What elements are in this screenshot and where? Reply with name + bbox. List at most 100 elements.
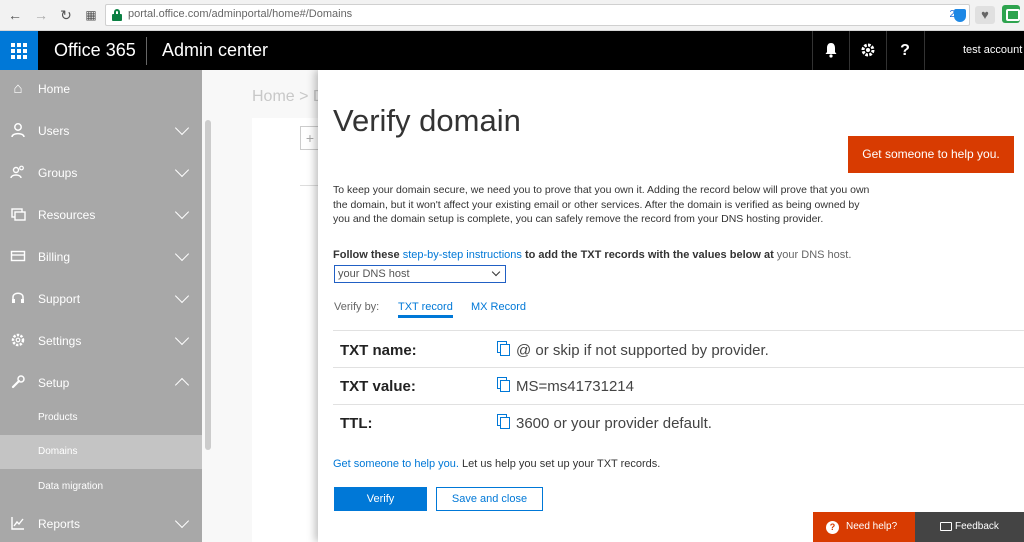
- intro-text: To keep your domain secure, we need you …: [333, 184, 870, 225]
- chevron-down-icon[interactable]: [174, 162, 190, 178]
- sidebar-item-label: Setup: [38, 376, 70, 390]
- record-value: MS=ms41731214: [516, 378, 634, 395]
- shield-extension-icon[interactable]: [954, 9, 966, 22]
- verify-domain-panel: Verify domain Get someone to help you. T…: [318, 70, 1024, 542]
- gear-icon: [9, 332, 27, 350]
- sidebar-subitem-products[interactable]: Products: [0, 401, 202, 435]
- header-divider: [146, 37, 147, 65]
- left-nav: ⌂ Home Users Groups Resources Billing Su…: [0, 70, 202, 542]
- sidebar-subitem-domains[interactable]: Domains: [0, 435, 202, 469]
- sidebar-item-label: Users: [38, 124, 70, 138]
- sidebar-item-label: Resources: [38, 208, 96, 222]
- browser-toolbar: ← → ↻ ▦ portal.office.com/adminportal/ho…: [0, 0, 1024, 31]
- chevron-down-icon[interactable]: [174, 120, 190, 136]
- apps-grid-icon[interactable]: ▦: [82, 6, 100, 24]
- record-value: @ or skip if not supported by provider.: [516, 342, 769, 359]
- help-question-icon[interactable]: ?: [886, 31, 923, 70]
- step-by-step-link[interactable]: step-by-step instructions: [403, 249, 522, 261]
- gear-icon[interactable]: [849, 31, 886, 70]
- sidebar-item-settings[interactable]: Settings: [0, 322, 202, 364]
- suite-header: Office 365 Admin center ? test account: [0, 31, 1024, 70]
- account-name[interactable]: test account: [924, 31, 1024, 70]
- chevron-down-icon[interactable]: [174, 204, 190, 220]
- lock-icon: [112, 9, 122, 21]
- chevron-down-icon: [491, 267, 501, 277]
- reload-icon[interactable]: ↻: [57, 6, 75, 24]
- brand-name[interactable]: Office 365: [54, 40, 136, 61]
- sidebar-item-setup[interactable]: Setup: [0, 364, 202, 406]
- dns-host-select[interactable]: your DNS host: [334, 265, 506, 283]
- app-title: Admin center: [162, 40, 269, 60]
- chevron-down-icon[interactable]: [174, 513, 190, 529]
- sidebar-item-label: Groups: [38, 166, 78, 180]
- sidebar-item-label: Reports: [38, 517, 81, 531]
- need-help-button[interactable]: ? Need help?: [813, 512, 915, 542]
- record-row-ttl: TTL: 3600 or your provider default.: [333, 404, 1024, 440]
- sidebar-scrollbar[interactable]: [205, 120, 211, 450]
- copy-icon[interactable]: [497, 414, 510, 429]
- panel-title: Verify domain: [333, 103, 521, 138]
- chevron-down-icon[interactable]: [174, 288, 190, 304]
- sidebar-item-label: Home: [38, 82, 71, 96]
- question-circle-icon: ?: [826, 521, 839, 534]
- billing-icon: [9, 248, 27, 266]
- bell-icon[interactable]: [812, 31, 849, 70]
- tab-txt-record[interactable]: TXT record: [398, 301, 453, 318]
- headset-icon: [9, 290, 27, 308]
- sidebar-subitem-data-migration[interactable]: Data migration: [0, 470, 202, 504]
- sidebar-item-groups[interactable]: Groups: [0, 154, 202, 196]
- feedback-label: Feedback: [955, 521, 999, 532]
- save-and-close-button[interactable]: Save and close: [436, 487, 543, 511]
- help-text: Let us help you set up your TXT records.: [462, 458, 661, 470]
- chat-bubble-icon: [940, 522, 952, 531]
- need-help-label: Need help?: [846, 521, 898, 532]
- green-extension-icon[interactable]: [1002, 5, 1020, 23]
- record-label: TXT value:: [340, 378, 416, 395]
- verify-by-label: Verify by:: [334, 301, 380, 313]
- get-help-link[interactable]: Get someone to help you.: [333, 458, 459, 470]
- record-value: 3600 or your provider default.: [516, 415, 712, 432]
- follow-middle: to add the TXT records with the values b…: [524, 249, 774, 261]
- help-line: Get someone to help you. Let us help you…: [333, 458, 660, 470]
- sidebar-item-resources[interactable]: Resources: [0, 196, 202, 238]
- wrench-icon: [9, 374, 27, 392]
- sidebar-item-users[interactable]: Users: [0, 112, 202, 154]
- follow-prefix: Follow these: [333, 249, 400, 261]
- sidebar-item-label: Support: [38, 292, 81, 306]
- user-icon: [9, 122, 27, 140]
- record-row-txt-value: TXT value: MS=ms41731214: [333, 367, 1024, 403]
- record-label: TTL:: [340, 415, 373, 432]
- tab-mx-record[interactable]: MX Record: [471, 301, 526, 313]
- add-domain-button[interactable]: +: [300, 126, 320, 150]
- copy-icon[interactable]: [497, 377, 510, 392]
- chevron-down-icon[interactable]: [174, 246, 190, 262]
- copy-icon[interactable]: [497, 341, 510, 356]
- back-arrow-icon[interactable]: ←: [6, 6, 24, 24]
- chart-icon: [9, 515, 27, 533]
- sidebar-item-home[interactable]: ⌂ Home: [0, 70, 202, 112]
- chevron-up-icon[interactable]: [174, 377, 190, 393]
- instructions-line: Follow these step-by-step instructions t…: [333, 249, 851, 261]
- app-launcher-waffle-icon[interactable]: [0, 31, 38, 70]
- groups-icon: [9, 164, 27, 182]
- sidebar-item-billing[interactable]: Billing: [0, 238, 202, 280]
- sidebar-item-reports[interactable]: Reports: [0, 505, 202, 542]
- url-text: portal.office.com/adminportal/home#/Doma…: [128, 8, 353, 20]
- resources-icon: [9, 206, 27, 224]
- sidebar-item-support[interactable]: Support: [0, 280, 202, 322]
- chevron-down-icon[interactable]: [174, 330, 190, 346]
- record-row-txt-name: TXT name: @ or skip if not supported by …: [333, 330, 1024, 366]
- dns-host-select-value: your DNS host: [338, 268, 410, 280]
- verify-button[interactable]: Verify: [334, 487, 427, 511]
- heart-extension-icon[interactable]: ♥: [975, 6, 995, 24]
- get-help-button[interactable]: Get someone to help you.: [848, 136, 1014, 173]
- address-bar[interactable]: portal.office.com/adminportal/home#/Doma…: [105, 4, 970, 26]
- breadcrumb: Home > D: [252, 88, 325, 105]
- sidebar-item-label: Settings: [38, 334, 82, 348]
- follow-suffix: your DNS host.: [776, 249, 852, 261]
- sidebar-item-label: Billing: [38, 250, 71, 264]
- feedback-button[interactable]: Feedback: [915, 512, 1024, 542]
- home-icon: ⌂: [13, 80, 23, 97]
- forward-arrow-icon[interactable]: →: [32, 6, 50, 24]
- background-divider: [300, 185, 320, 186]
